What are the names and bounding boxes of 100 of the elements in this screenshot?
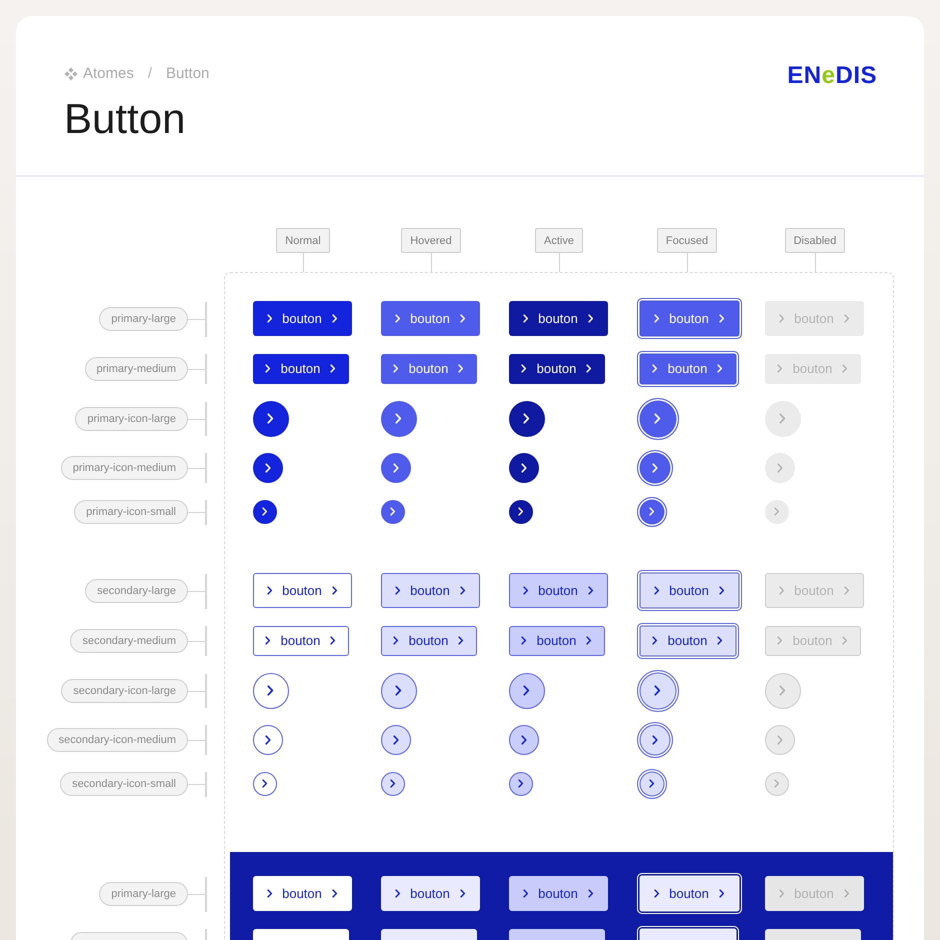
chevron-right-icon <box>778 314 784 323</box>
chevron-right-icon <box>520 462 526 472</box>
brand-logo: ENeDIS <box>787 65 877 87</box>
chevron-right-icon <box>266 889 272 898</box>
chevron-right-icon <box>778 586 784 595</box>
icon-button[interactable] <box>252 772 276 796</box>
chevron-right-icon <box>394 586 400 595</box>
button[interactable]: bouton <box>508 301 608 336</box>
icon-button[interactable] <box>508 400 544 436</box>
icon-button[interactable] <box>380 400 416 436</box>
button[interactable]: bouton <box>636 873 742 914</box>
chevron-right-icon <box>330 364 336 373</box>
chevron-right-icon <box>654 685 661 696</box>
chevron-right-icon <box>777 636 783 645</box>
chevron-right-icon <box>521 364 527 373</box>
column-label: Focused <box>656 228 718 253</box>
button[interactable]: bouton <box>636 350 738 386</box>
icon-button[interactable] <box>508 500 532 524</box>
button[interactable]: bouton <box>636 298 742 339</box>
chevron-right-icon <box>390 507 396 516</box>
icon-button[interactable] <box>252 452 282 482</box>
chevron-right-icon <box>652 734 658 744</box>
row-label: primary-large <box>99 307 188 331</box>
chevron-right-icon <box>779 413 786 424</box>
row-label: primary-icon-small <box>74 500 188 524</box>
chevron-right-icon <box>717 364 723 373</box>
chevron-right-icon <box>844 889 850 898</box>
chevron-right-icon <box>586 364 592 373</box>
chevron-right-icon <box>522 889 528 898</box>
row-label: secondary-medium <box>70 629 188 653</box>
chevron-right-icon <box>267 685 274 696</box>
button[interactable]: bouton <box>636 570 742 611</box>
icon-button[interactable] <box>380 772 404 796</box>
chevron-right-icon <box>774 507 780 516</box>
icon-button[interactable] <box>380 452 410 482</box>
button[interactable]: bouton <box>252 354 348 384</box>
chevron-right-icon <box>520 734 526 744</box>
chevron-right-icon <box>586 636 592 645</box>
chevron-right-icon <box>394 889 400 898</box>
icon-button[interactable] <box>508 452 538 482</box>
button[interactable]: bouton <box>508 354 604 384</box>
button[interactable]: bouton <box>508 876 608 911</box>
breadcrumb-separator: / <box>148 65 152 83</box>
chevron-right-icon <box>588 586 594 595</box>
icon-button[interactable] <box>508 772 532 796</box>
chevron-right-icon <box>518 779 524 788</box>
chevron-right-icon <box>458 636 464 645</box>
chevron-right-icon <box>267 413 274 424</box>
chevron-right-icon <box>844 586 850 595</box>
button[interactable]: bouton <box>380 876 480 911</box>
chevron-right-icon <box>518 507 524 516</box>
chevron-right-icon <box>460 314 466 323</box>
row-label: secondary-icon-large <box>61 679 188 703</box>
button[interactable]: bouton <box>380 301 480 336</box>
button[interactable]: bouton <box>252 876 352 911</box>
chevron-right-icon <box>332 889 338 898</box>
chevron-right-icon <box>394 314 400 323</box>
button[interactable]: bouton <box>252 301 352 336</box>
column-label: Hovered <box>401 228 461 253</box>
icon-button[interactable] <box>636 496 666 526</box>
chevron-right-icon <box>392 462 398 472</box>
chevron-right-icon <box>842 636 848 645</box>
icon-button[interactable] <box>380 500 404 524</box>
chevron-right-icon <box>654 586 660 595</box>
button[interactable]: bouton <box>380 573 480 608</box>
chevron-right-icon <box>654 413 661 424</box>
chevron-right-icon <box>648 507 654 516</box>
row-label: primary-medium <box>84 357 188 381</box>
chevron-right-icon <box>718 889 724 898</box>
button[interactable]: bouton <box>636 622 738 658</box>
chevron-right-icon <box>523 413 530 424</box>
chevron-right-icon <box>392 734 398 744</box>
row-label: secondary-icon-medium <box>46 728 188 752</box>
button[interactable]: bouton <box>508 626 604 656</box>
chevron-right-icon <box>588 314 594 323</box>
chevron-right-icon <box>652 636 658 645</box>
chevron-right-icon <box>521 636 527 645</box>
chevron-right-icon <box>460 586 466 595</box>
chevron-right-icon <box>717 636 723 645</box>
icon-button[interactable] <box>636 398 678 440</box>
button[interactable]: bouton <box>252 573 352 608</box>
chevron-right-icon <box>393 636 399 645</box>
icon-button[interactable] <box>252 400 288 436</box>
icon-button[interactable] <box>252 500 276 524</box>
diamonds-icon <box>64 67 78 81</box>
chevron-right-icon <box>265 364 271 373</box>
chevron-right-icon <box>264 734 270 744</box>
chevron-right-icon <box>460 889 466 898</box>
icon-button[interactable] <box>636 450 672 486</box>
button[interactable]: bouton <box>252 626 348 656</box>
chevron-right-icon <box>779 685 786 696</box>
chevron-right-icon <box>652 462 658 472</box>
row-label: secondary-icon-small <box>60 772 188 796</box>
chevron-right-icon <box>458 364 464 373</box>
button[interactable]: bouton <box>380 354 476 384</box>
chevron-right-icon <box>654 314 660 323</box>
button[interactable]: bouton <box>380 626 476 656</box>
button[interactable]: bouton <box>508 573 608 608</box>
chevron-right-icon <box>393 364 399 373</box>
chevron-right-icon <box>774 779 780 788</box>
